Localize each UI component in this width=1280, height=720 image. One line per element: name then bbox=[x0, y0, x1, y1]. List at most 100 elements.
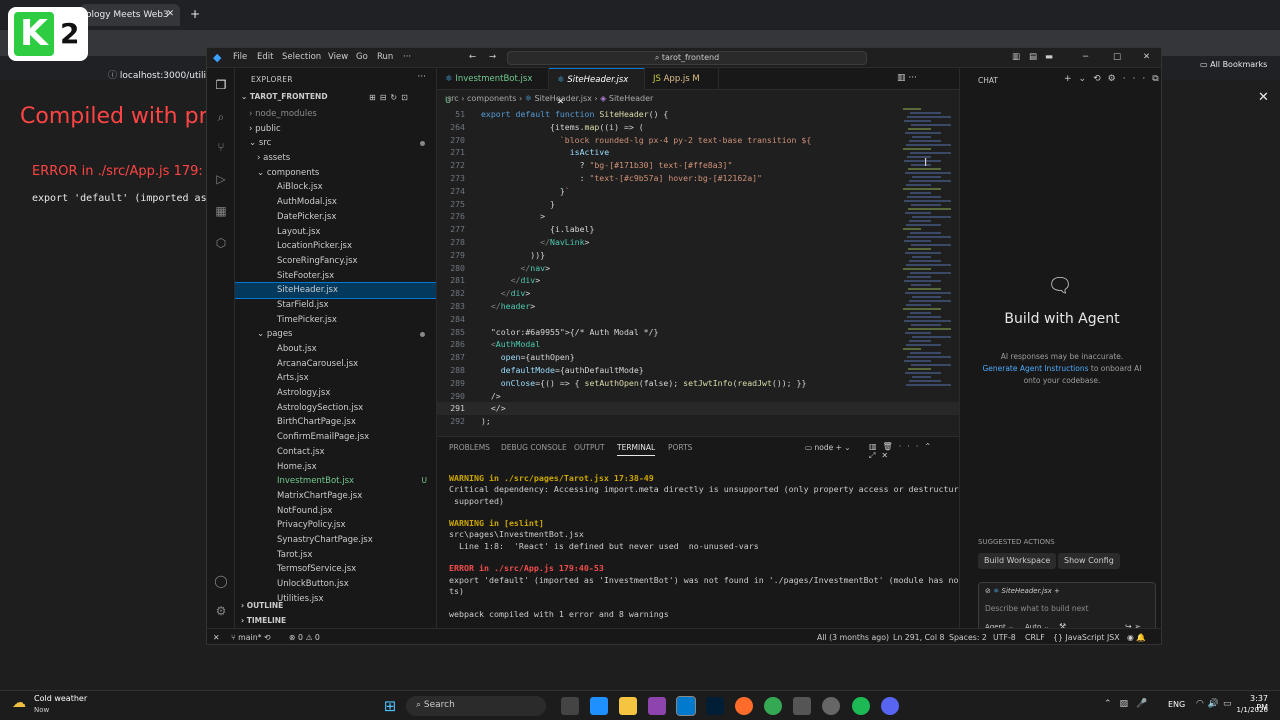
tree-item[interactable]: BirthChartPage.jsx bbox=[235, 415, 436, 430]
maximize-icon[interactable]: □ bbox=[1113, 52, 1121, 62]
tree-item[interactable]: ArcanaCarousel.jsx bbox=[235, 357, 436, 372]
breadcrumb-item[interactable]: SiteHeader bbox=[609, 94, 654, 103]
run-debug-icon[interactable]: ▷ bbox=[214, 172, 228, 186]
menu-view[interactable]: View bbox=[328, 52, 348, 62]
workspace-root[interactable]: ⌄ TAROT_FRONTEND bbox=[241, 92, 328, 101]
tree-item[interactable]: AuthModal.jsx bbox=[235, 195, 436, 210]
code-line[interactable]: 284 bbox=[437, 313, 959, 326]
encoding[interactable]: UTF-8 bbox=[993, 633, 1016, 642]
network-volume-icons[interactable]: ◠🔊▭ bbox=[1196, 699, 1236, 709]
timeline-section[interactable]: › TIMELINE bbox=[241, 616, 286, 625]
all-bookmarks[interactable]: ▭ All Bookmarks bbox=[1200, 60, 1267, 69]
tree-item[interactable]: ⌄ src bbox=[235, 136, 436, 151]
tree-item[interactable]: Contact.jsx bbox=[235, 445, 436, 460]
layout-icon[interactable]: ▥ bbox=[1012, 52, 1020, 62]
code-line[interactable]: 279 ))} bbox=[437, 249, 959, 262]
command-center[interactable]: ⌕ tarot_frontend bbox=[507, 51, 867, 65]
back-icon[interactable]: ← bbox=[469, 52, 476, 62]
tree-item[interactable]: AstrologySection.jsx bbox=[235, 401, 436, 416]
task-view-icon[interactable] bbox=[561, 697, 579, 715]
code-line[interactable]: 51 export default function SiteHeader() { bbox=[437, 108, 959, 121]
breadcrumb-item[interactable]: src bbox=[447, 94, 459, 103]
extensions-icon[interactable]: ▦ bbox=[214, 204, 228, 218]
terminal-output[interactable]: WARNING in ./src/pages/Tarot.jsx 17:38-4… bbox=[449, 473, 988, 620]
code-line[interactable]: 276 > bbox=[437, 210, 959, 223]
show-config-button[interactable]: Show Config bbox=[1058, 553, 1120, 569]
weather-title[interactable]: Cold weather bbox=[34, 694, 87, 703]
code-line[interactable]: 282 </div> bbox=[437, 287, 959, 300]
copilot-icon[interactable]: ◉ 🔔 bbox=[1127, 633, 1146, 642]
tree-item[interactable]: Home.jsx bbox=[235, 460, 436, 475]
minimap[interactable] bbox=[903, 108, 959, 408]
tree-item[interactable]: › assets bbox=[235, 151, 436, 166]
more-actions-icon[interactable]: ··· bbox=[417, 72, 426, 82]
spotify-icon[interactable] bbox=[852, 697, 870, 715]
tree-item[interactable]: InvestmentBot.jsx U bbox=[235, 474, 436, 489]
branch-status[interactable]: ⑂ main* ⟲ bbox=[231, 633, 271, 642]
code-line[interactable]: 264 {items.map((i) => ( bbox=[437, 121, 959, 134]
tree-item[interactable]: About.jsx bbox=[235, 342, 436, 357]
terminal-selector[interactable]: ▭ node + ⌄ bbox=[805, 443, 851, 452]
build-workspace-button[interactable]: Build Workspace bbox=[978, 553, 1057, 569]
tree-item[interactable]: Tarot.jsx bbox=[235, 548, 436, 563]
tree-item[interactable]: Layout.jsx bbox=[235, 225, 436, 240]
code-line[interactable]: 280 </nav> bbox=[437, 262, 959, 275]
chrome-icon[interactable] bbox=[764, 697, 782, 715]
close-icon[interactable]: ✕ bbox=[166, 9, 174, 19]
tree-item[interactable]: Arts.jsx bbox=[235, 371, 436, 386]
tree-item[interactable]: AiBlock.jsx bbox=[235, 180, 436, 195]
tab-problems[interactable]: PROBLEMS bbox=[449, 443, 490, 452]
tree-item[interactable]: LocationPicker.jsx bbox=[235, 239, 436, 254]
code-line[interactable]: 292); bbox=[437, 415, 959, 428]
tree-item[interactable]: TermsofService.jsx bbox=[235, 562, 436, 577]
tree-item[interactable]: ⌄ components bbox=[235, 166, 436, 181]
tab-terminal[interactable]: TERMINAL bbox=[617, 443, 656, 456]
new-tab-icon[interactable]: + bbox=[190, 7, 200, 21]
code-line[interactable]: 283 </header> bbox=[437, 300, 959, 313]
tree-item[interactable]: StarField.jsx bbox=[235, 298, 436, 313]
source-control-icon[interactable]: ⑂ bbox=[214, 140, 228, 154]
discord-icon[interactable] bbox=[881, 697, 899, 715]
tree-item[interactable]: › node_modules bbox=[235, 107, 436, 122]
code-line[interactable]: 271 isActive bbox=[437, 146, 959, 159]
cursor-position[interactable]: Ln 291, Col 8 bbox=[893, 633, 944, 642]
tab-investmentbot[interactable]: ⚛ InvestmentBot.jsx U bbox=[437, 68, 549, 106]
visual-studio-icon[interactable] bbox=[648, 697, 666, 715]
clock-date[interactable]: 1/1/2026 bbox=[1232, 706, 1268, 714]
browser-tab[interactable]: ology Meets Web3 ✕ bbox=[80, 4, 180, 26]
code-line[interactable]: 286 <AuthModal bbox=[437, 338, 959, 351]
tree-item[interactable]: SiteFooter.jsx bbox=[235, 269, 436, 284]
toggle-sidebar-icon[interactable]: ▤ bbox=[1029, 52, 1037, 62]
code-line[interactable]: 272 ? "bg-[#171b30] text-[#ffe8a3]" bbox=[437, 159, 959, 172]
minimize-icon[interactable]: ─ bbox=[1083, 52, 1088, 62]
menu-go[interactable]: Go bbox=[356, 52, 368, 62]
tab-appjs[interactable]: JS App.js M bbox=[645, 68, 719, 90]
code-line[interactable]: 287 open={authOpen} bbox=[437, 351, 959, 364]
tab-siteheader[interactable]: ⚛ SiteHeader.jsx ✕ bbox=[549, 68, 645, 107]
breadcrumb-item[interactable]: components bbox=[467, 94, 516, 103]
outline-section[interactable]: › OUTLINE bbox=[241, 601, 283, 610]
code-line[interactable]: 270 `block rounded-lg px-4 py-2 text-bas… bbox=[437, 134, 959, 147]
forward-icon[interactable]: → bbox=[489, 52, 496, 62]
close-window-icon[interactable]: ✕ bbox=[1143, 52, 1150, 62]
menu-file[interactable]: File bbox=[233, 52, 247, 62]
overlay-close-icon[interactable]: ✕ bbox=[1258, 90, 1269, 105]
tree-item[interactable]: TimePicker.jsx bbox=[235, 313, 436, 328]
remote-explorer-icon[interactable]: ⬡ bbox=[214, 236, 228, 250]
code-line[interactable]: 291 </> bbox=[437, 402, 959, 416]
code-line[interactable]: 290 /> bbox=[437, 390, 959, 403]
settings-gear-icon[interactable]: ⚙ bbox=[214, 604, 228, 618]
tree-item[interactable]: UnlockButton.jsx bbox=[235, 577, 436, 592]
code-line[interactable]: 277 {i.label} bbox=[437, 223, 959, 236]
code-line[interactable]: 275 } bbox=[437, 198, 959, 211]
more-icon[interactable]: ··· bbox=[403, 52, 411, 62]
explorer-actions[interactable]: ⊞⊟↻⊡ bbox=[369, 93, 412, 102]
code-line[interactable]: 274 }` bbox=[437, 185, 959, 198]
menu-run[interactable]: Run bbox=[377, 52, 393, 62]
context-chip[interactable]: ⊘ ⚛ SiteHeader.jsx + bbox=[985, 587, 1060, 595]
code-editor[interactable]: 51 export default function SiteHeader() {… bbox=[437, 108, 959, 434]
tree-item[interactable]: Astrology.jsx bbox=[235, 386, 436, 401]
menu-edit[interactable]: Edit bbox=[257, 52, 273, 62]
paint-icon[interactable] bbox=[793, 697, 811, 715]
panel-actions[interactable]: ▥🗑···⌃ ⤢✕ bbox=[869, 442, 959, 461]
